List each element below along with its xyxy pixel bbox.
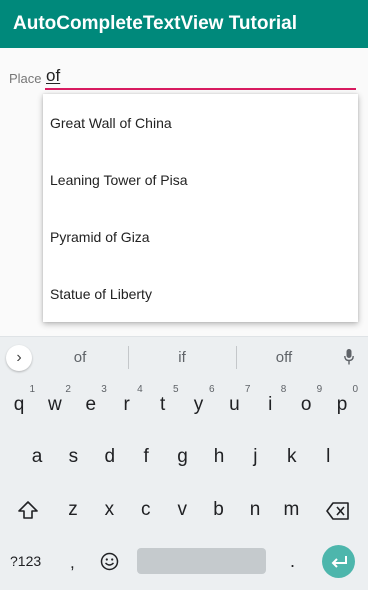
- suggestion-item[interactable]: Statue of Liberty: [43, 265, 358, 322]
- backspace-icon[interactable]: [326, 502, 350, 520]
- chevron-right-icon[interactable]: ›: [6, 345, 32, 371]
- key-r[interactable]: r4: [113, 384, 143, 424]
- suggestion-dropdown: Great Wall of China Leaning Tower of Pis…: [43, 94, 358, 322]
- key-b[interactable]: b: [205, 491, 233, 529]
- key-z[interactable]: z: [59, 491, 87, 529]
- key-hint: 1: [29, 384, 35, 395]
- key-label: s: [68, 446, 79, 467]
- key-hint: 2: [65, 384, 71, 395]
- key-label: r: [123, 394, 130, 415]
- soft-keyboard: › of if off q1w2e3r4t5y6u7i8o9p0 asdfghj…: [0, 336, 368, 590]
- key-f[interactable]: f: [132, 438, 160, 476]
- word-suggestion[interactable]: off: [276, 349, 292, 366]
- key-s[interactable]: s: [59, 438, 87, 476]
- comma-key[interactable]: ,: [70, 553, 75, 573]
- key-e[interactable]: e3: [77, 384, 107, 424]
- key-label: f: [143, 446, 149, 467]
- key-label: h: [213, 446, 225, 467]
- key-label: p: [336, 394, 348, 415]
- key-o[interactable]: o9: [292, 384, 323, 424]
- key-label: i: [268, 394, 273, 415]
- key-w[interactable]: w2: [41, 384, 71, 424]
- key-hint: 8: [280, 384, 287, 395]
- key-hint: 5: [173, 384, 179, 395]
- key-hint: 4: [137, 384, 143, 395]
- key-label: x: [104, 499, 115, 520]
- key-i[interactable]: i8: [256, 384, 287, 424]
- symbols-key[interactable]: ?123: [10, 553, 41, 569]
- enter-icon: [331, 555, 347, 568]
- key-d[interactable]: d: [96, 438, 124, 476]
- enter-key[interactable]: [322, 545, 355, 578]
- key-hint: 7: [244, 384, 251, 395]
- key-label: z: [68, 499, 78, 520]
- key-label: m: [283, 499, 300, 520]
- key-label: j: [253, 446, 258, 467]
- key-label: v: [177, 499, 187, 520]
- key-j[interactable]: j: [241, 438, 269, 476]
- key-label: k: [287, 446, 297, 467]
- key-label: a: [31, 446, 43, 467]
- key-label: c: [141, 499, 151, 520]
- key-p[interactable]: p0: [328, 384, 359, 424]
- key-label: n: [249, 499, 261, 520]
- word-suggestion[interactable]: if: [178, 349, 186, 366]
- key-k[interactable]: k: [278, 438, 306, 476]
- period-key[interactable]: .: [290, 551, 295, 572]
- key-x[interactable]: x: [95, 491, 123, 529]
- suggestion-strip: › of if off: [0, 337, 368, 377]
- key-u[interactable]: u7: [220, 384, 251, 424]
- place-input[interactable]: [45, 64, 356, 90]
- key-label: o: [300, 394, 312, 415]
- key-hint: 0: [352, 384, 359, 395]
- app-title: AutoCompleteTextView Tutorial: [13, 13, 297, 34]
- word-suggestion[interactable]: of: [74, 349, 87, 366]
- key-hint: 9: [316, 384, 323, 395]
- key-l[interactable]: l: [314, 438, 342, 476]
- key-hint: 6: [208, 384, 215, 395]
- key-label: q: [13, 394, 25, 415]
- key-label: y: [193, 394, 204, 415]
- emoji-icon[interactable]: [100, 552, 119, 571]
- key-label: t: [159, 394, 166, 415]
- strip-divider: [128, 346, 129, 369]
- key-h[interactable]: h: [205, 438, 233, 476]
- key-label: l: [326, 446, 331, 467]
- suggestion-item[interactable]: Great Wall of China: [43, 94, 358, 151]
- key-v[interactable]: v: [168, 491, 196, 529]
- key-m[interactable]: m: [277, 491, 305, 529]
- strip-divider: [236, 346, 237, 369]
- key-label: w: [48, 394, 62, 415]
- key-label: e: [85, 394, 97, 415]
- suggestion-item[interactable]: Leaning Tower of Pisa: [43, 151, 358, 208]
- key-label: g: [177, 446, 188, 467]
- key-a[interactable]: a: [23, 438, 51, 476]
- spacebar[interactable]: [137, 548, 266, 574]
- app-bar: AutoCompleteTextView Tutorial: [0, 0, 368, 48]
- key-n[interactable]: n: [241, 491, 269, 529]
- shift-icon[interactable]: [17, 500, 39, 520]
- key-t[interactable]: t5: [149, 384, 179, 424]
- key-label: d: [104, 446, 116, 467]
- key-g[interactable]: g: [169, 438, 197, 476]
- key-label: u: [229, 394, 240, 415]
- key-c[interactable]: c: [132, 491, 160, 529]
- suggestion-item[interactable]: Pyramid of Giza: [43, 208, 358, 265]
- key-hint: 3: [101, 384, 107, 395]
- key-y[interactable]: y6: [185, 384, 215, 424]
- place-label: Place: [9, 71, 42, 86]
- mic-icon[interactable]: [344, 349, 354, 365]
- key-label: b: [213, 499, 224, 520]
- key-q[interactable]: q1: [5, 384, 35, 424]
